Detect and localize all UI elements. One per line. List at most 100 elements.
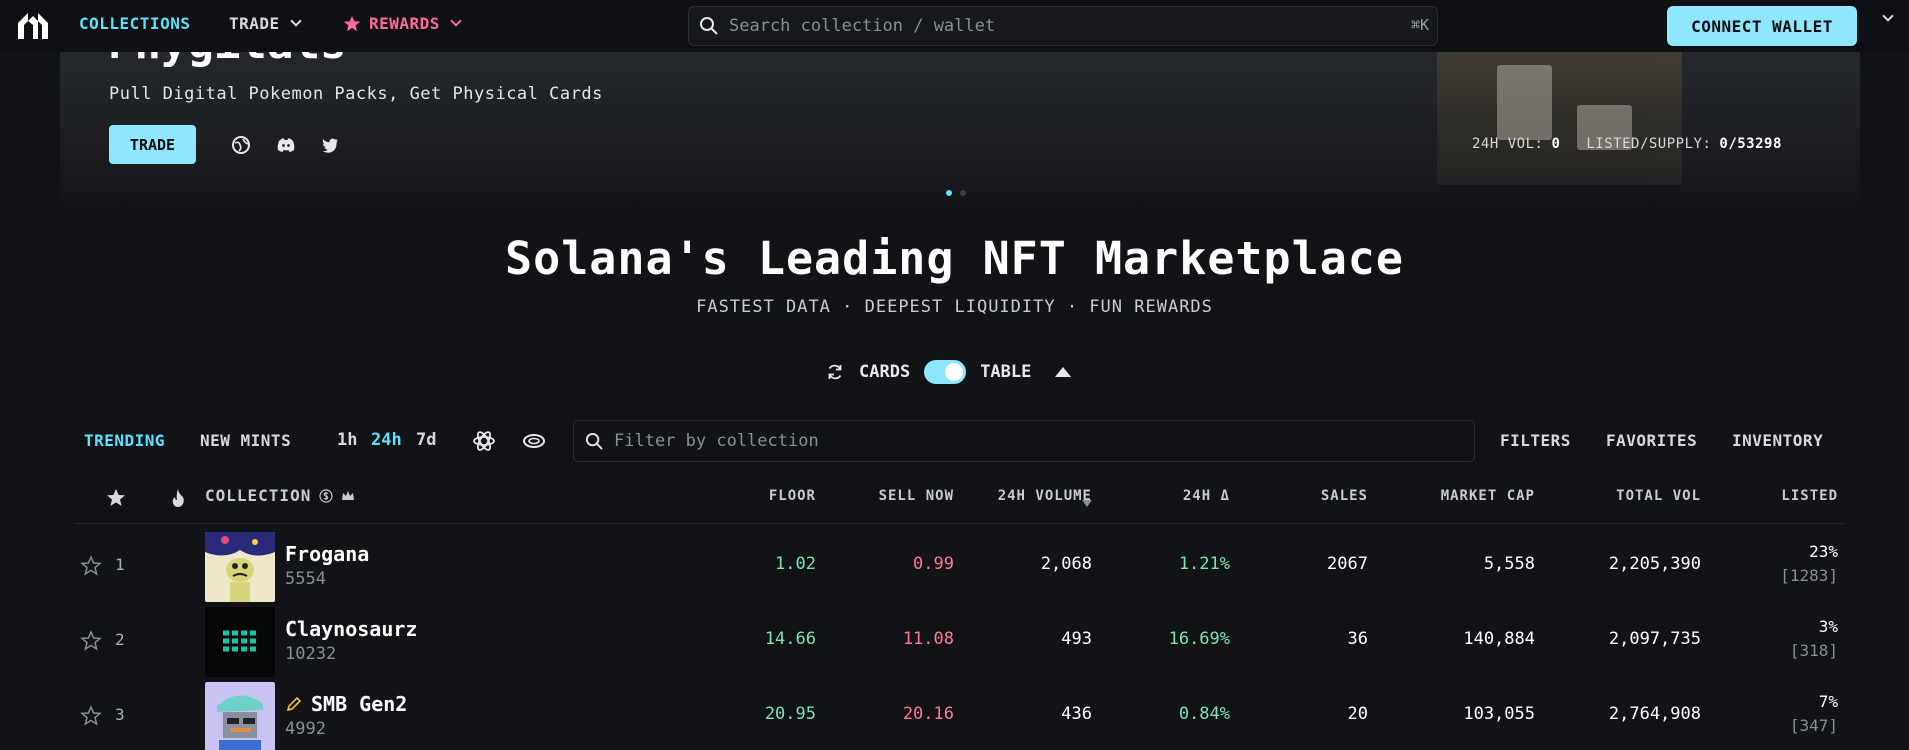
header-sell-now[interactable]: SELL NOW xyxy=(814,488,954,504)
nav-collections-label: COLLECTIONS xyxy=(79,14,191,33)
table-row[interactable]: 2 Claynosaurz 10232 14.66 11.08 493 16.6… xyxy=(74,603,1844,678)
pencil-icon xyxy=(286,696,302,712)
collection-name[interactable]: Frogana xyxy=(285,542,369,566)
listed-count: [318] xyxy=(1789,641,1838,660)
magiceden-logo[interactable] xyxy=(14,9,52,43)
header-collection[interactable]: COLLECTION xyxy=(205,486,355,505)
header-total-vol[interactable]: TOTAL VOL xyxy=(1544,488,1701,504)
twitter-icon[interactable] xyxy=(320,135,340,155)
refresh-icon[interactable] xyxy=(825,362,845,382)
search-placeholder: Search collection / wallet xyxy=(729,16,996,36)
chevron-down-icon xyxy=(290,15,302,27)
fire-icon[interactable] xyxy=(170,488,186,508)
star-icon[interactable] xyxy=(106,488,126,508)
collection-name[interactable]: SMB Gen2 xyxy=(285,692,407,716)
filters-link[interactable]: FILTERS xyxy=(1500,431,1571,450)
collection-thumbnail[interactable] xyxy=(205,532,275,602)
view-cards-label[interactable]: CARDS xyxy=(859,362,910,382)
tab-trending[interactable]: TRENDING xyxy=(84,431,165,450)
collection-thumbnail[interactable] xyxy=(205,607,275,677)
collection-filter-input[interactable]: Filter by collection xyxy=(573,420,1475,462)
atom-icon[interactable] xyxy=(472,429,496,453)
chevron-down-icon[interactable] xyxy=(1882,10,1894,22)
globe-icon[interactable] xyxy=(231,135,251,155)
floor-price: 1.02 xyxy=(775,554,816,574)
crown-icon[interactable] xyxy=(341,489,355,503)
floor-price: 20.95 xyxy=(764,704,816,724)
listed-count: [347] xyxy=(1789,716,1838,735)
total-volume: 2,097,735 xyxy=(1608,629,1701,649)
header-sales[interactable]: SALES xyxy=(1234,488,1368,504)
header-floor[interactable]: FLOOR xyxy=(691,488,816,504)
top-navigation: COLLECTIONS TRADE REWARDS Search collect… xyxy=(0,0,1909,52)
ring-icon[interactable] xyxy=(522,429,546,453)
sell-now-price[interactable]: 11.08 xyxy=(794,629,954,649)
carousel-dot[interactable] xyxy=(946,190,952,196)
listed-percent: 23% xyxy=(1809,542,1838,561)
change-24h: 0.84% xyxy=(1178,704,1230,724)
banner-subtitle: Pull Digital Pokemon Packs, Get Physical… xyxy=(109,84,603,104)
sales-count: 2067 xyxy=(1327,554,1368,574)
market-cap: 140,884 xyxy=(1463,629,1535,649)
collection-supply: 5554 xyxy=(285,569,326,589)
volume-24h: 436 xyxy=(1061,704,1092,724)
connect-wallet-button[interactable]: CONNECT WALLET xyxy=(1667,6,1857,46)
header-24h-volume[interactable]: 24H VOLUME xyxy=(944,488,1092,504)
header-listed[interactable]: LISTED xyxy=(1714,488,1838,504)
favorites-link[interactable]: FAVORITES xyxy=(1606,431,1697,450)
chevron-down-icon xyxy=(450,15,462,27)
change-24h: 16.69% xyxy=(1168,629,1230,649)
collection-supply: 4992 xyxy=(285,719,326,739)
timeframe-7d[interactable]: 7d xyxy=(416,430,436,450)
nav-collections[interactable]: COLLECTIONS xyxy=(79,14,190,33)
header-market-cap[interactable]: MARKET CAP xyxy=(1374,488,1535,504)
listed-percent: 7% xyxy=(1818,692,1838,711)
view-table-label[interactable]: TABLE xyxy=(980,362,1031,382)
table-header: COLLECTION FLOOR SELL NOW 24H VOLUME 24H… xyxy=(74,468,1844,524)
view-switch[interactable] xyxy=(924,360,967,384)
tab-new-mints[interactable]: NEW MINTS xyxy=(200,431,291,450)
banner-listed-stat: LISTED/SUPPLY: 0/53298 xyxy=(1586,136,1782,152)
star-icon xyxy=(343,15,361,31)
collection-name-label: SMB Gen2 xyxy=(311,692,408,716)
volume-24h: 2,068 xyxy=(1040,554,1092,574)
dollar-icon[interactable] xyxy=(319,488,333,503)
market-cap: 5,558 xyxy=(1483,554,1535,574)
total-volume: 2,764,908 xyxy=(1608,704,1701,724)
banner-trade-button[interactable]: TRADE xyxy=(109,125,196,164)
filter-placeholder: Filter by collection xyxy=(614,431,819,451)
sales-count: 20 xyxy=(1347,704,1368,724)
nav-trade-label: TRADE xyxy=(229,14,280,33)
discord-icon[interactable] xyxy=(276,135,296,155)
favorite-star-icon[interactable] xyxy=(80,705,102,727)
header-collection-label: COLLECTION xyxy=(205,486,312,505)
collection-thumbnail[interactable] xyxy=(205,682,275,750)
search-shortcut: ⌘K xyxy=(1410,16,1429,34)
filter-bar: TRENDING NEW MINTS 1h 24h 7d Filter by c… xyxy=(0,418,1909,464)
table-row[interactable]: 1 Frogana 5554 1.02 0.99 2,068 1.21% 206… xyxy=(74,528,1844,603)
global-search-input[interactable]: Search collection / wallet ⌘K xyxy=(688,6,1438,46)
nav-rewards[interactable]: REWARDS xyxy=(343,14,462,33)
favorite-star-icon[interactable] xyxy=(80,555,102,577)
carousel-dots[interactable] xyxy=(946,190,966,196)
timeframe-24h[interactable]: 24h xyxy=(371,430,402,450)
banner-stats: 24H VOL: 0 LISTED/SUPPLY: 0/53298 xyxy=(1472,136,1782,152)
sell-now-price[interactable]: 20.16 xyxy=(794,704,954,724)
row-rank: 3 xyxy=(115,705,125,724)
collapse-icon[interactable] xyxy=(1055,367,1072,377)
inventory-link[interactable]: INVENTORY xyxy=(1732,431,1823,450)
search-icon xyxy=(700,17,718,35)
view-toggle: CARDS TABLE xyxy=(825,360,1072,384)
carousel-dot[interactable] xyxy=(960,190,966,196)
floor-price: 14.66 xyxy=(764,629,816,649)
nav-trade[interactable]: TRADE xyxy=(229,14,302,33)
collection-name[interactable]: Claynosaurz xyxy=(285,617,417,641)
total-volume: 2,205,390 xyxy=(1608,554,1701,574)
favorite-star-icon[interactable] xyxy=(80,630,102,652)
sell-now-price[interactable]: 0.99 xyxy=(794,554,954,574)
timeframe-1h[interactable]: 1h xyxy=(337,430,357,450)
change-24h: 1.21% xyxy=(1178,554,1230,574)
banner-vol-stat: 24H VOL: 0 xyxy=(1472,136,1561,152)
header-24h-change[interactable]: 24H Δ xyxy=(1104,488,1230,504)
table-row[interactable]: 3 SMB Gen2 4992 20.95 20.16 436 0.84% 20… xyxy=(74,678,1844,750)
